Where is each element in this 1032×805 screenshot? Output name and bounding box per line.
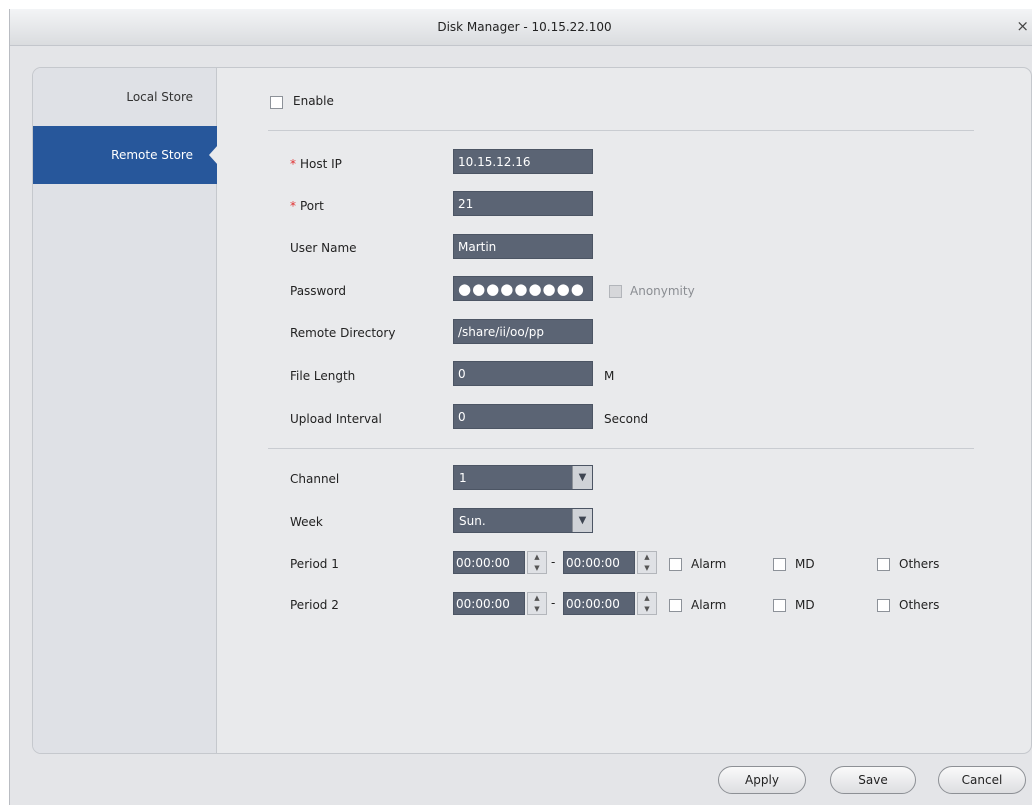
period-1-end-spinner[interactable]: ▲ ▼	[637, 551, 657, 574]
chevron-down-icon[interactable]: ▼	[572, 509, 592, 532]
chevron-down-icon[interactable]: ▼	[572, 466, 592, 489]
main-panel: Local Store Remote Store Enable * Host IP…	[32, 67, 1032, 754]
apply-button[interactable]: Apply	[718, 766, 806, 794]
period-1-alarm-label: Alarm	[691, 557, 727, 571]
spin-down-icon[interactable]: ▼	[528, 563, 546, 573]
required-mark: *	[290, 199, 296, 213]
remote-directory-input[interactable]: /share/ii/oo/pp	[453, 319, 593, 344]
period-1-label: Period 1	[290, 557, 339, 571]
period-1-md-checkbox[interactable]	[773, 558, 786, 571]
file-length-input[interactable]: 0	[453, 361, 593, 386]
password-label: Password	[290, 284, 347, 298]
period-1-others-label: Others	[899, 557, 940, 571]
port-label-text: Port	[300, 199, 324, 213]
upload-interval-label: Upload Interval	[290, 412, 382, 426]
week-label: Week	[290, 515, 323, 529]
upload-interval-input[interactable]: 0	[453, 404, 593, 429]
period-1-others-checkbox[interactable]	[877, 558, 890, 571]
divider	[268, 130, 974, 131]
spin-up-icon[interactable]: ▲	[638, 593, 656, 603]
spin-down-icon[interactable]: ▼	[638, 563, 656, 573]
period-2-alarm-label: Alarm	[691, 598, 727, 612]
channel-select-value: 1	[459, 471, 467, 485]
range-separator: -	[551, 555, 556, 569]
sidebar-item-remote-store[interactable]: Remote Store	[33, 126, 218, 184]
required-mark: *	[290, 157, 296, 171]
cancel-button[interactable]: Cancel	[938, 766, 1026, 794]
period-1-start-time[interactable]: 00:00:00	[453, 551, 525, 574]
port-label: * Port	[290, 199, 324, 213]
range-separator: -	[551, 596, 556, 610]
period-2-alarm-checkbox[interactable]	[669, 599, 682, 612]
window-title: Disk Manager - 10.15.22.100	[437, 20, 612, 34]
host-ip-label-text: Host IP	[300, 157, 342, 171]
week-select[interactable]: Sun. ▼	[453, 508, 593, 533]
spin-down-icon[interactable]: ▼	[528, 604, 546, 614]
host-ip-label: * Host IP	[290, 157, 342, 171]
host-ip-input[interactable]: 10.15.12.16	[453, 149, 593, 174]
password-input[interactable]: ●●●●●●●●●	[453, 276, 593, 301]
port-input[interactable]: 21	[453, 191, 593, 216]
period-2-end-spinner[interactable]: ▲ ▼	[637, 592, 657, 615]
title-bar: Disk Manager - 10.15.22.100 ×	[10, 9, 1032, 46]
upload-interval-unit: Second	[604, 412, 649, 426]
period-2-label: Period 2	[290, 598, 339, 612]
period-2-others-label: Others	[899, 598, 940, 612]
divider	[268, 448, 974, 449]
period-1-start-spinner[interactable]: ▲ ▼	[527, 551, 547, 574]
sidebar: Local Store Remote Store	[33, 68, 218, 753]
spin-up-icon[interactable]: ▲	[528, 552, 546, 562]
channel-label: Channel	[290, 472, 340, 486]
period-2-md-checkbox[interactable]	[773, 599, 786, 612]
spin-down-icon[interactable]: ▼	[638, 604, 656, 614]
file-length-unit: M	[604, 369, 615, 383]
remote-store-form: Enable * Host IP 10.15.12.16 * Port 21 Use…	[218, 68, 1031, 753]
anonymity-checkbox[interactable]	[609, 285, 622, 298]
enable-checkbox[interactable]	[270, 96, 283, 109]
week-select-value: Sun.	[459, 514, 486, 528]
disk-manager-window: Disk Manager - 10.15.22.100 × Local Stor…	[9, 9, 1032, 805]
period-2-start-spinner[interactable]: ▲ ▼	[527, 592, 547, 615]
period-1-alarm-checkbox[interactable]	[669, 558, 682, 571]
file-length-label: File Length	[290, 369, 356, 383]
spin-up-icon[interactable]: ▲	[638, 552, 656, 562]
anonymity-label: Anonymity	[630, 284, 695, 298]
spin-up-icon[interactable]: ▲	[528, 593, 546, 603]
enable-label: Enable	[293, 94, 334, 108]
period-2-others-checkbox[interactable]	[877, 599, 890, 612]
sidebar-item-local-store[interactable]: Local Store	[33, 68, 217, 126]
period-2-end-time[interactable]: 00:00:00	[563, 592, 635, 615]
save-button[interactable]: Save	[830, 766, 916, 794]
user-name-input[interactable]: Martin	[453, 234, 593, 259]
remote-directory-label: Remote Directory	[290, 326, 396, 340]
user-name-label: User Name	[290, 241, 357, 255]
period-2-md-label: MD	[795, 598, 815, 612]
period-1-end-time[interactable]: 00:00:00	[563, 551, 635, 574]
channel-select[interactable]: 1 ▼	[453, 465, 593, 490]
period-2-start-time[interactable]: 00:00:00	[453, 592, 525, 615]
period-1-md-label: MD	[795, 557, 815, 571]
close-icon[interactable]: ×	[1016, 17, 1029, 35]
